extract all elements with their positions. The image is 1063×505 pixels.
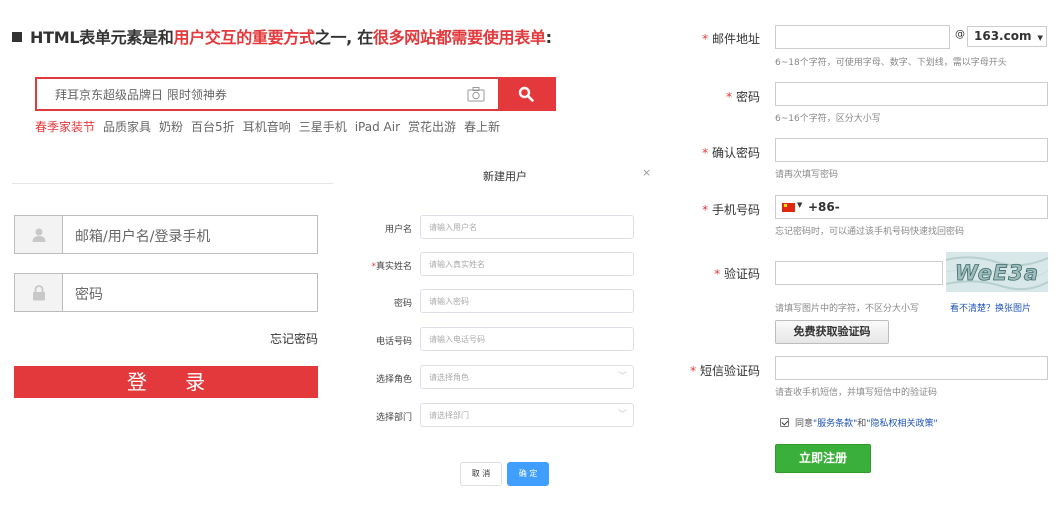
password-label: * 密码 xyxy=(726,90,760,104)
dialog-field-label: 选择部门 xyxy=(375,413,412,423)
login-button[interactable]: 登 录 xyxy=(14,366,318,398)
password-hint: 6~16个字符，区分大小写 xyxy=(775,114,881,124)
phone-field[interactable]: ▼ +86- xyxy=(775,195,1048,219)
heading-highlight-1: 用户交互的重要方式 xyxy=(173,28,315,47)
dialog-field-label: 密码 xyxy=(393,299,412,309)
confirm-password-label: * 确认密码 xyxy=(702,146,760,160)
confirm-button[interactable]: 确 定 xyxy=(507,462,549,486)
user-icon-cell xyxy=(15,216,63,253)
cancel-button[interactable]: 取 消 xyxy=(460,462,502,486)
hotword-link[interactable]: 春上新 xyxy=(464,120,500,134)
password-input[interactable]: 请输入密码 xyxy=(420,289,634,313)
email-field[interactable] xyxy=(775,25,950,49)
username-placeholder: 邮箱/用户名/登录手机 xyxy=(75,229,211,245)
dialog-field-label: 电话号码 xyxy=(375,337,412,347)
dialog-field-label: *真实姓名 xyxy=(371,262,412,272)
login-divider xyxy=(12,183,333,184)
register-password-field[interactable] xyxy=(775,82,1048,106)
confirm-password-field[interactable] xyxy=(775,138,1048,162)
china-flag-icon[interactable] xyxy=(782,203,795,212)
sms-code-field[interactable] xyxy=(775,356,1048,380)
department-select[interactable]: 请选择部门 ﹀ xyxy=(420,403,634,427)
hotword-link[interactable]: 赏花出游 xyxy=(408,120,456,134)
heading-highlight-2: 很多网站都需要使用表单 xyxy=(372,28,546,47)
password-placeholder: 密码 xyxy=(75,287,103,303)
email-label: * 邮件地址 xyxy=(702,32,760,46)
phone-input[interactable]: 请输入电话号码 xyxy=(420,327,634,351)
privacy-link[interactable]: "隐私权相关政策" xyxy=(866,419,937,429)
hotword-link[interactable]: iPad Air xyxy=(355,120,400,134)
user-icon xyxy=(32,228,45,242)
country-code: +86- xyxy=(808,200,840,214)
hotword-link[interactable]: 耳机音响 xyxy=(243,120,291,134)
username-field[interactable]: 邮箱/用户名/登录手机 xyxy=(14,215,318,254)
checkbox-icon[interactable] xyxy=(780,418,789,427)
email-domain-select[interactable]: 163.com ▼ xyxy=(967,26,1047,47)
terms-link[interactable]: "服务条款" xyxy=(813,419,857,429)
camera-icon[interactable] xyxy=(467,86,485,102)
phone-label: * 手机号码 xyxy=(702,203,760,217)
captcha-label: * 验证码 xyxy=(714,267,760,281)
chevron-down-icon: ﹀ xyxy=(617,410,627,420)
search-input[interactable]: 拜耳京东超级品牌日 限时领神券 xyxy=(55,86,227,103)
at-sign: @ xyxy=(955,29,965,40)
hotwords: 春季家装节 品质家具 奶粉 百台5折 耳机音响 三星手机 iPad Air 赏花出游 春上新 xyxy=(35,118,508,135)
hotword-link[interactable]: 品质家具 xyxy=(103,120,151,134)
heading-text-1: HTML表单元素是和 xyxy=(30,28,174,47)
forgot-password-link[interactable]: 忘记密码 xyxy=(270,330,318,347)
captcha-hint: 请填写图片中的字符，不区分大小写 xyxy=(775,304,920,314)
hotword-link[interactable]: 百台5折 xyxy=(191,120,235,134)
role-select[interactable]: 请选择角色 ﹀ xyxy=(420,365,634,389)
heading-colon: : xyxy=(545,28,552,47)
search-button[interactable] xyxy=(498,79,554,109)
realname-input[interactable]: 请输入真实姓名 xyxy=(420,252,634,276)
svg-text:WeE3a: WeE3a xyxy=(955,261,1039,285)
close-icon[interactable]: × xyxy=(642,166,651,179)
email-hint: 6~18个字符，可使用字母、数字、下划线，需以字母开头 xyxy=(775,58,1007,68)
heading-text-2: 之一, 在 xyxy=(314,28,373,47)
hotword-link[interactable]: 奶粉 xyxy=(159,120,183,134)
chevron-down-icon[interactable]: ▼ xyxy=(797,201,802,209)
captcha-image[interactable]: WeE3a xyxy=(946,252,1048,292)
username-input[interactable]: 请输入用户名 xyxy=(420,215,634,239)
sms-code-label: * 短信验证码 xyxy=(690,364,760,378)
confirm-hint: 请再次填写密码 xyxy=(775,170,839,180)
search-bar: 拜耳京东超级品牌日 限时领神券 xyxy=(35,77,556,111)
get-sms-code-button[interactable]: 免费获取验证码 xyxy=(775,320,889,344)
search-icon xyxy=(518,86,534,102)
agreement: 同意"服务条款"和"隐私权相关政策" xyxy=(780,416,938,429)
square-bullet-icon xyxy=(12,32,22,42)
dialog-title: 新建用户 xyxy=(483,170,527,183)
dialog-field-label: 选择角色 xyxy=(375,375,412,385)
chevron-down-icon: ▼ xyxy=(1037,34,1043,42)
lock-icon xyxy=(32,284,45,300)
dialog-field-label: 用户名 xyxy=(384,225,412,235)
refresh-captcha-link[interactable]: 看不清楚？换张图片 xyxy=(950,301,1031,314)
chevron-down-icon: ﹀ xyxy=(617,372,627,382)
captcha-field[interactable] xyxy=(775,261,943,285)
password-field[interactable]: 密码 xyxy=(14,273,318,312)
phone-hint: 忘记密码时，可以通过该手机号码快速找回密码 xyxy=(775,227,965,237)
register-button[interactable]: 立即注册 xyxy=(775,444,871,473)
hotword-link[interactable]: 三星手机 xyxy=(299,120,347,134)
lock-icon-cell xyxy=(15,274,63,311)
sms-hint: 请查收手机短信，并填写短信中的验证码 xyxy=(775,388,938,398)
page-heading: HTML表单元素是和用户交互的重要方式之一, 在很多网站都需要使用表单: xyxy=(12,24,552,48)
hotword-link[interactable]: 春季家装节 xyxy=(35,120,95,134)
